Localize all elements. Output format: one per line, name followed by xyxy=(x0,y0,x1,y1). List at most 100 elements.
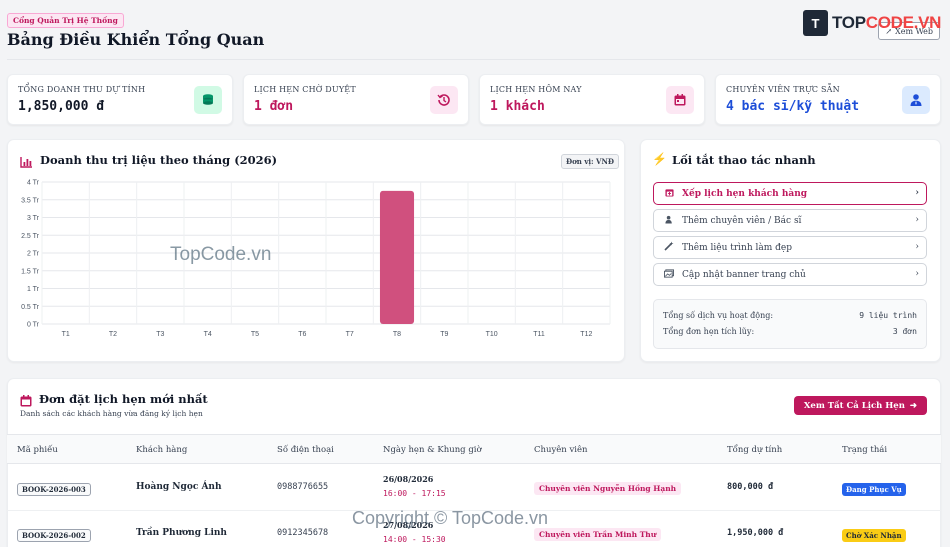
column-header: Chuyên viên xyxy=(534,445,588,455)
summary-label: Tổng số dịch vụ hoạt động: xyxy=(663,311,774,320)
x-tick-label: T3 xyxy=(156,331,164,338)
x-tick-label: T10 xyxy=(486,331,498,338)
stat-card-today: LỊCH HẸN HÔM NAY 1 khách xyxy=(479,74,705,125)
user-tie-icon xyxy=(902,86,930,114)
stat-label: LỊCH HẸN HÔM NAY xyxy=(490,85,582,94)
bookings-title: Đơn đặt lịch hẹn mới nhất xyxy=(39,392,208,406)
user-plus-icon xyxy=(662,215,676,227)
unit-badge: Đơn vị: VNĐ xyxy=(561,154,620,169)
x-tick-label: T6 xyxy=(298,331,306,338)
x-tick-label: T7 xyxy=(346,331,354,338)
quick-action-update-banner[interactable]: Cập nhật banner trang chủ › xyxy=(653,263,927,286)
view-all-bookings-button[interactable]: Xem Tất Cả Lịch Hẹn ➜ xyxy=(793,396,927,415)
arrow-right-icon: ➜ xyxy=(909,400,917,411)
column-header: Khách hàng xyxy=(136,445,188,455)
stat-label: CHUYÊN VIÊN TRỰC SẴN xyxy=(726,85,840,94)
chevron-right-icon: › xyxy=(915,269,919,279)
chevron-right-icon: › xyxy=(915,215,919,225)
image-icon xyxy=(662,268,676,281)
money-stack-icon xyxy=(194,86,222,114)
summary-label: Tổng đơn hẹn tích lũy: xyxy=(663,327,755,336)
quick-action-schedule[interactable]: Xếp lịch hẹn khách hàng › xyxy=(653,182,927,205)
page-header: Cổng Quản Trị Hệ Thống Bảng Điều Khiển T… xyxy=(0,0,950,60)
quick-action-add-treatment[interactable]: Thêm liệu trình làm đẹp › xyxy=(653,236,927,259)
phone-number: 0988776655 xyxy=(277,482,329,492)
stat-label: LỊCH HẸN CHỜ DUYỆT xyxy=(254,85,356,94)
chevron-right-icon: › xyxy=(915,242,919,252)
y-tick-label: 0 Tr xyxy=(27,322,40,329)
view-all-label: Xem Tất Cả Lịch Hẹn xyxy=(803,400,905,411)
stat-card-revenue: TỔNG DOANH THU DỰ TÍNH 1,850,000 đ xyxy=(7,74,233,125)
x-tick-label: T2 xyxy=(109,331,117,338)
stat-value: 1,850,000 đ xyxy=(18,99,105,114)
stat-value: 1 đơn xyxy=(254,99,294,114)
x-tick-label: T11 xyxy=(533,331,545,338)
stat-value: 1 khách xyxy=(490,99,545,114)
y-tick-label: 2.5 Tr xyxy=(21,233,40,240)
column-header: Trạng thái xyxy=(842,445,888,455)
booking-time: 14:00 - 15:30 xyxy=(383,535,446,544)
column-header: Tổng dự tính xyxy=(727,445,783,455)
summary-value: 3 đơn xyxy=(892,327,917,336)
quick-action-label: Thêm chuyên viên / Bác sĩ xyxy=(682,215,802,226)
x-tick-label: T4 xyxy=(204,331,212,338)
column-header: Mã phiếu xyxy=(17,445,58,455)
bookings-subtitle: Danh sách các khách hàng vừa đăng ký lịc… xyxy=(20,409,203,418)
booking-date: 26/08/2026 xyxy=(383,474,434,484)
chevron-right-icon: › xyxy=(915,188,919,198)
logo-mark: T xyxy=(803,10,828,36)
portal-badge: Cổng Quản Trị Hệ Thống xyxy=(7,13,124,28)
header-divider xyxy=(7,59,940,60)
lightning-icon: ⚡ xyxy=(652,152,667,166)
stat-value: 4 bác sĩ/kỹ thuật xyxy=(726,99,860,114)
quick-action-label: Cập nhật banner trang chủ xyxy=(682,269,806,280)
booking-code: BOOK-2026-003 xyxy=(17,483,91,496)
summary-box: Tổng số dịch vụ hoạt động: 9 liệu trình … xyxy=(653,299,927,349)
logo-text-prefix: TOP xyxy=(832,13,866,32)
summary-row-bookings: Tổng đơn hẹn tích lũy: 3 đơn xyxy=(663,327,917,336)
revenue-title: Doanh thu trị liệu theo tháng (2026) xyxy=(40,153,278,167)
y-tick-label: 3 Tr xyxy=(27,215,40,222)
y-tick-label: 1.5 Tr xyxy=(21,268,40,275)
y-tick-label: 3.5 Tr xyxy=(21,197,40,204)
stat-card-pending: LỊCH HẸN CHỜ DUYỆT 1 đơn xyxy=(243,74,469,125)
summary-value: 9 liệu trình xyxy=(859,311,917,320)
phone-number: 0912345678 xyxy=(277,528,329,538)
customer-name: Trần Phương Linh xyxy=(136,528,227,538)
quick-action-label: Thêm liệu trình làm đẹp xyxy=(682,242,792,253)
stat-card-specialists: CHUYÊN VIÊN TRỰC SẴN 4 bác sĩ/kỹ thuật xyxy=(715,74,941,125)
column-header: Ngày hẹn & Khung giờ xyxy=(383,445,482,455)
stat-label: TỔNG DOANH THU DỰ TÍNH xyxy=(18,85,146,94)
y-tick-label: 2 Tr xyxy=(27,251,40,258)
table-row[interactable]: BOOK-2026-003 Hoàng Ngọc Ánh 0988776655 … xyxy=(7,465,941,511)
summary-row-services: Tổng số dịch vụ hoạt động: 9 liệu trình xyxy=(663,311,917,320)
customer-name: Hoàng Ngọc Ánh xyxy=(136,482,222,492)
revenue-chart: 0 Tr 0.5 Tr 1 Tr 1.5 Tr 2 Tr 2.5 Tr 3 Tr 3.5 Tr… xyxy=(21,180,611,338)
page-title: Bảng Điều Khiển Tổng Quan xyxy=(7,30,265,49)
history-icon xyxy=(430,86,458,114)
booking-date: 27/08/2026 xyxy=(383,520,434,530)
booking-code: BOOK-2026-002 xyxy=(17,529,91,542)
specialist-badge: Chuyên viên Nguyễn Hồng Hạnh xyxy=(534,482,682,495)
status-badge: Chờ Xác Nhận xyxy=(842,529,906,542)
y-tick-label: 0.5 Tr xyxy=(21,304,40,311)
calendar-icon xyxy=(666,86,694,114)
topcode-logo: T TOPCODE.VN xyxy=(803,10,941,36)
column-header: Số điện thoại xyxy=(277,445,334,455)
y-tick-label: 4 Tr xyxy=(27,180,40,187)
quick-actions-title: Lối tắt thao tác nhanh xyxy=(672,153,816,167)
booking-total: 1,950,000 đ xyxy=(727,528,784,538)
table-header: Mã phiếu Khách hàng Số điện thoại Ngày h… xyxy=(7,434,941,464)
status-badge: Đang Phục Vụ xyxy=(842,483,906,496)
magic-wand-icon xyxy=(662,241,676,254)
calendar-plus-icon xyxy=(662,188,676,200)
logo-text-suffix: CODE.VN xyxy=(865,13,942,32)
booking-time: 16:00 - 17:15 xyxy=(383,489,446,498)
quick-action-add-specialist[interactable]: Thêm chuyên viên / Bác sĩ › xyxy=(653,209,927,232)
x-tick-label: T5 xyxy=(251,331,259,338)
booking-total: 800,000 đ xyxy=(727,482,774,492)
specialist-badge: Chuyên viên Trần Minh Thư xyxy=(534,528,662,541)
x-tick-label: T12 xyxy=(580,331,592,338)
table-row[interactable]: BOOK-2026-002 Trần Phương Linh 091234567… xyxy=(7,511,941,547)
y-tick-label: 1 Tr xyxy=(27,286,40,293)
